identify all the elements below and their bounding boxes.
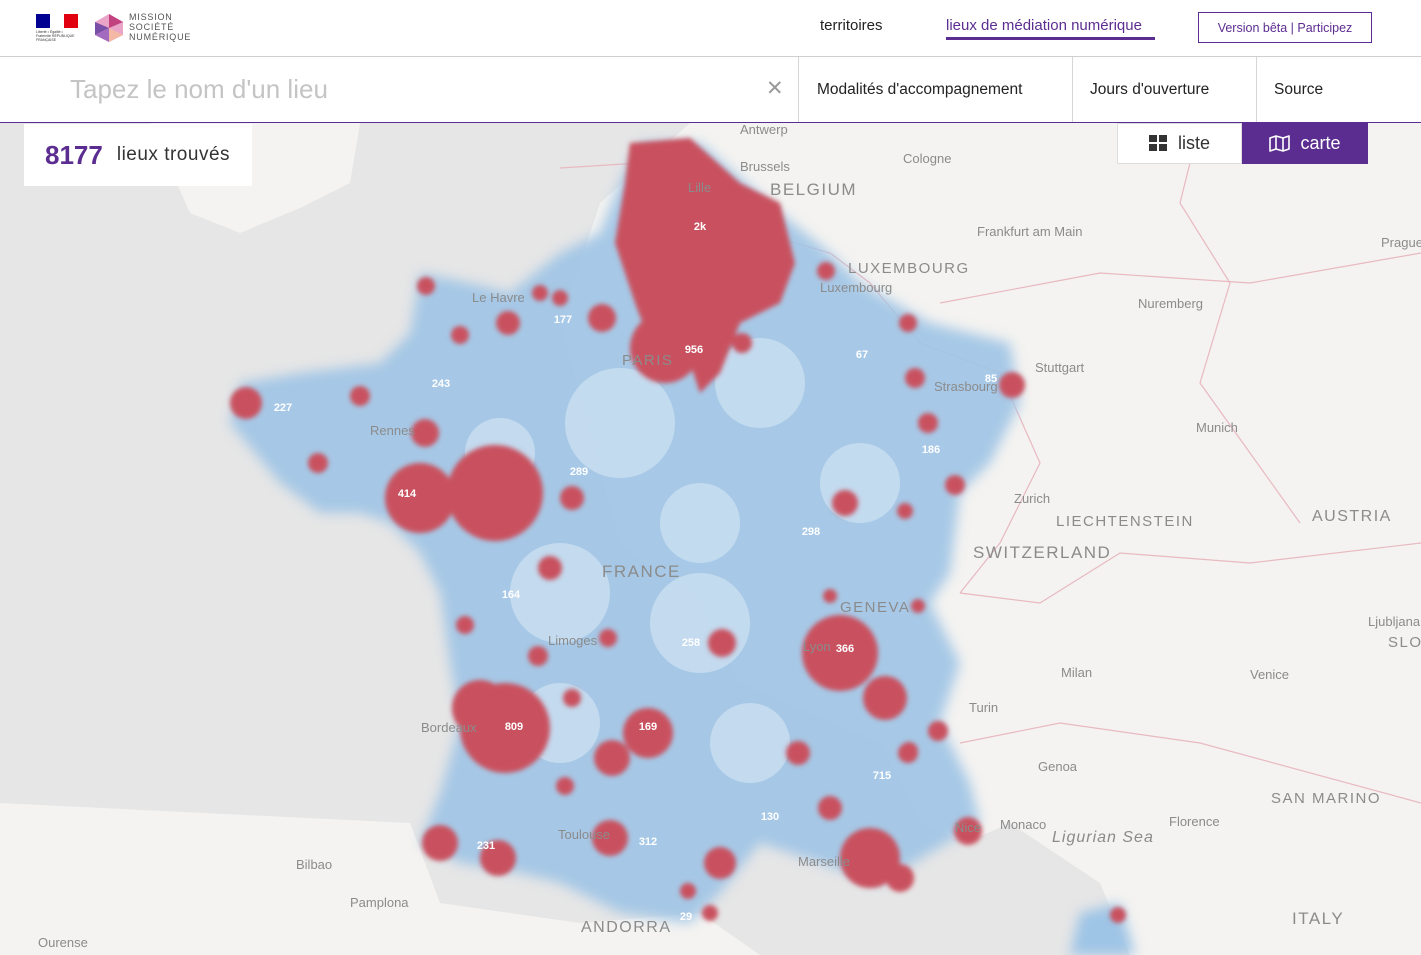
label-stuttgart: Stuttgart	[1035, 360, 1085, 375]
nav-territoires[interactable]: territoires	[820, 17, 883, 34]
cluster-count[interactable]: 67	[856, 349, 868, 361]
label-lyon: Lyon	[803, 639, 831, 654]
cluster-count[interactable]: 956	[685, 344, 703, 356]
label-cologne: Cologne	[903, 151, 951, 166]
filter-jours-ouverture[interactable]: Jours d'ouverture	[1073, 57, 1257, 122]
cluster-count[interactable]: 809	[505, 721, 523, 733]
msn-line-1: MISSION	[129, 12, 173, 22]
list-view-button[interactable]: liste	[1117, 123, 1242, 164]
label-florence: Florence	[1169, 814, 1220, 829]
label-belgium: BELGIUM	[770, 180, 857, 199]
label-turin: Turin	[969, 700, 998, 715]
cluster-count[interactable]: 186	[922, 444, 940, 456]
label-luxembourg-country: LUXEMBOURG	[848, 260, 970, 277]
cluster-count[interactable]: 414	[398, 488, 417, 500]
cluster-count[interactable]: 298	[802, 526, 820, 538]
label-genoa: Genoa	[1038, 759, 1078, 774]
label-geneva: GENEVA	[840, 599, 910, 616]
cluster-count[interactable]: 231	[477, 840, 495, 852]
cluster-count[interactable]: 312	[639, 836, 657, 848]
label-lille: Lille	[688, 180, 711, 195]
view-toggle: liste carte	[1117, 123, 1368, 164]
label-luxembourg-city: Luxembourg	[820, 280, 892, 295]
label-liechtenstein: LIECHTENSTEIN	[1056, 513, 1194, 530]
label-ourense: Ourense	[38, 935, 88, 950]
label-san-marino: SAN MARINO	[1271, 790, 1381, 807]
msn-line-2: SOCIÉTÉ	[129, 22, 175, 32]
list-view-label: liste	[1177, 133, 1210, 153]
cluster-count[interactable]: 164	[502, 589, 521, 601]
label-france: FRANCE	[602, 562, 681, 581]
msn-line-3: NUMÉRIQUE	[129, 32, 192, 42]
cluster-count[interactable]: 243	[432, 378, 450, 390]
rf-logo-text: Liberté • Égalité • Fraternité RÉPUBLIQU…	[36, 30, 75, 42]
nav-lieux-mediation[interactable]: lieux de médiation numérique	[946, 17, 1142, 34]
close-icon[interactable]: ✕	[766, 78, 784, 99]
search-box: ✕	[0, 57, 799, 122]
label-slo: SLO	[1388, 634, 1421, 651]
cluster-count[interactable]: 177	[554, 314, 572, 326]
filter-modalites[interactable]: Modalités d'accompagnement	[800, 57, 1073, 122]
label-toulouse: Toulouse	[558, 827, 610, 842]
french-flag-icon	[36, 14, 78, 28]
cluster-count[interactable]: 258	[682, 637, 700, 649]
label-austria: AUSTRIA	[1312, 508, 1392, 525]
beta-participate-button[interactable]: Version bêta | Participez	[1198, 12, 1372, 43]
cluster-count[interactable]: 85	[985, 373, 997, 385]
cluster-count[interactable]: 227	[274, 402, 292, 414]
label-brussels: Brussels	[740, 159, 790, 174]
label-zurich: Zurich	[1014, 491, 1050, 506]
label-munich: Munich	[1196, 420, 1238, 435]
map-area[interactable]: Antwerp Brussels Cologne BELGIUM Lille F…	[0, 123, 1421, 955]
label-limoges: Limoges	[548, 633, 598, 648]
label-prague: Prague	[1381, 235, 1421, 250]
cluster-count[interactable]: 2k	[694, 221, 707, 233]
label-le-havre: Le Havre	[472, 290, 525, 305]
heatmap-svg[interactable]: Antwerp Brussels Cologne BELGIUM Lille F…	[0, 123, 1421, 955]
label-nice: Nice	[955, 820, 981, 835]
top-header: Liberté • Égalité • Fraternité RÉPUBLIQU…	[0, 0, 1421, 57]
results-count-box: 8177 lieux trouvés	[24, 124, 252, 186]
filter-bar: ✕ Modalités d'accompagnement Jours d'ouv…	[0, 57, 1421, 123]
map-view-button[interactable]: carte	[1242, 123, 1368, 164]
republique-francaise-logo[interactable]: Liberté • Égalité • Fraternité RÉPUBLIQU…	[36, 14, 78, 42]
cluster-count[interactable]: 169	[639, 721, 657, 733]
results-count: 8177	[45, 139, 103, 170]
map-icon	[1269, 135, 1291, 152]
cluster-count[interactable]: 29	[680, 911, 692, 923]
label-pamplona: Pamplona	[350, 895, 409, 910]
label-marseille: Marseille	[798, 854, 850, 869]
cluster-count[interactable]: 715	[873, 770, 891, 782]
nav-active-underline	[946, 37, 1155, 40]
mission-societe-numerique-text: MISSION SOCIÉTÉ NUMÉRIQUE	[129, 12, 191, 42]
label-bilbao: Bilbao	[296, 857, 332, 872]
cluster-count[interactable]: 130	[761, 811, 779, 823]
grid-icon	[1148, 135, 1167, 151]
cluster-count[interactable]: 366	[836, 643, 854, 655]
mission-societe-numerique-logo-icon[interactable]	[93, 13, 125, 43]
label-venice: Venice	[1250, 667, 1289, 682]
label-nuremberg: Nuremberg	[1138, 296, 1203, 311]
label-andorra: ANDORRA	[581, 919, 672, 936]
label-ligurian-sea: Ligurian Sea	[1052, 829, 1154, 846]
results-label: lieux trouvés	[116, 144, 231, 165]
search-input[interactable]	[70, 71, 730, 107]
label-rennes: Rennes	[370, 423, 415, 438]
label-italy: ITALY	[1292, 909, 1344, 928]
label-switzerland: SWITZERLAND	[973, 543, 1111, 562]
map-view-label: carte	[1300, 133, 1341, 153]
label-antwerp: Antwerp	[740, 123, 788, 137]
label-paris: PARIS	[622, 352, 673, 369]
filter-source[interactable]: Source	[1257, 57, 1421, 122]
label-milan: Milan	[1061, 665, 1092, 680]
label-ljubljana: Ljubljana	[1368, 614, 1421, 629]
label-bordeaux: Bordeaux	[421, 720, 477, 735]
label-frankfurt: Frankfurt am Main	[977, 224, 1082, 239]
cluster-count[interactable]: 289	[570, 466, 588, 478]
label-monaco: Monaco	[1000, 817, 1046, 832]
